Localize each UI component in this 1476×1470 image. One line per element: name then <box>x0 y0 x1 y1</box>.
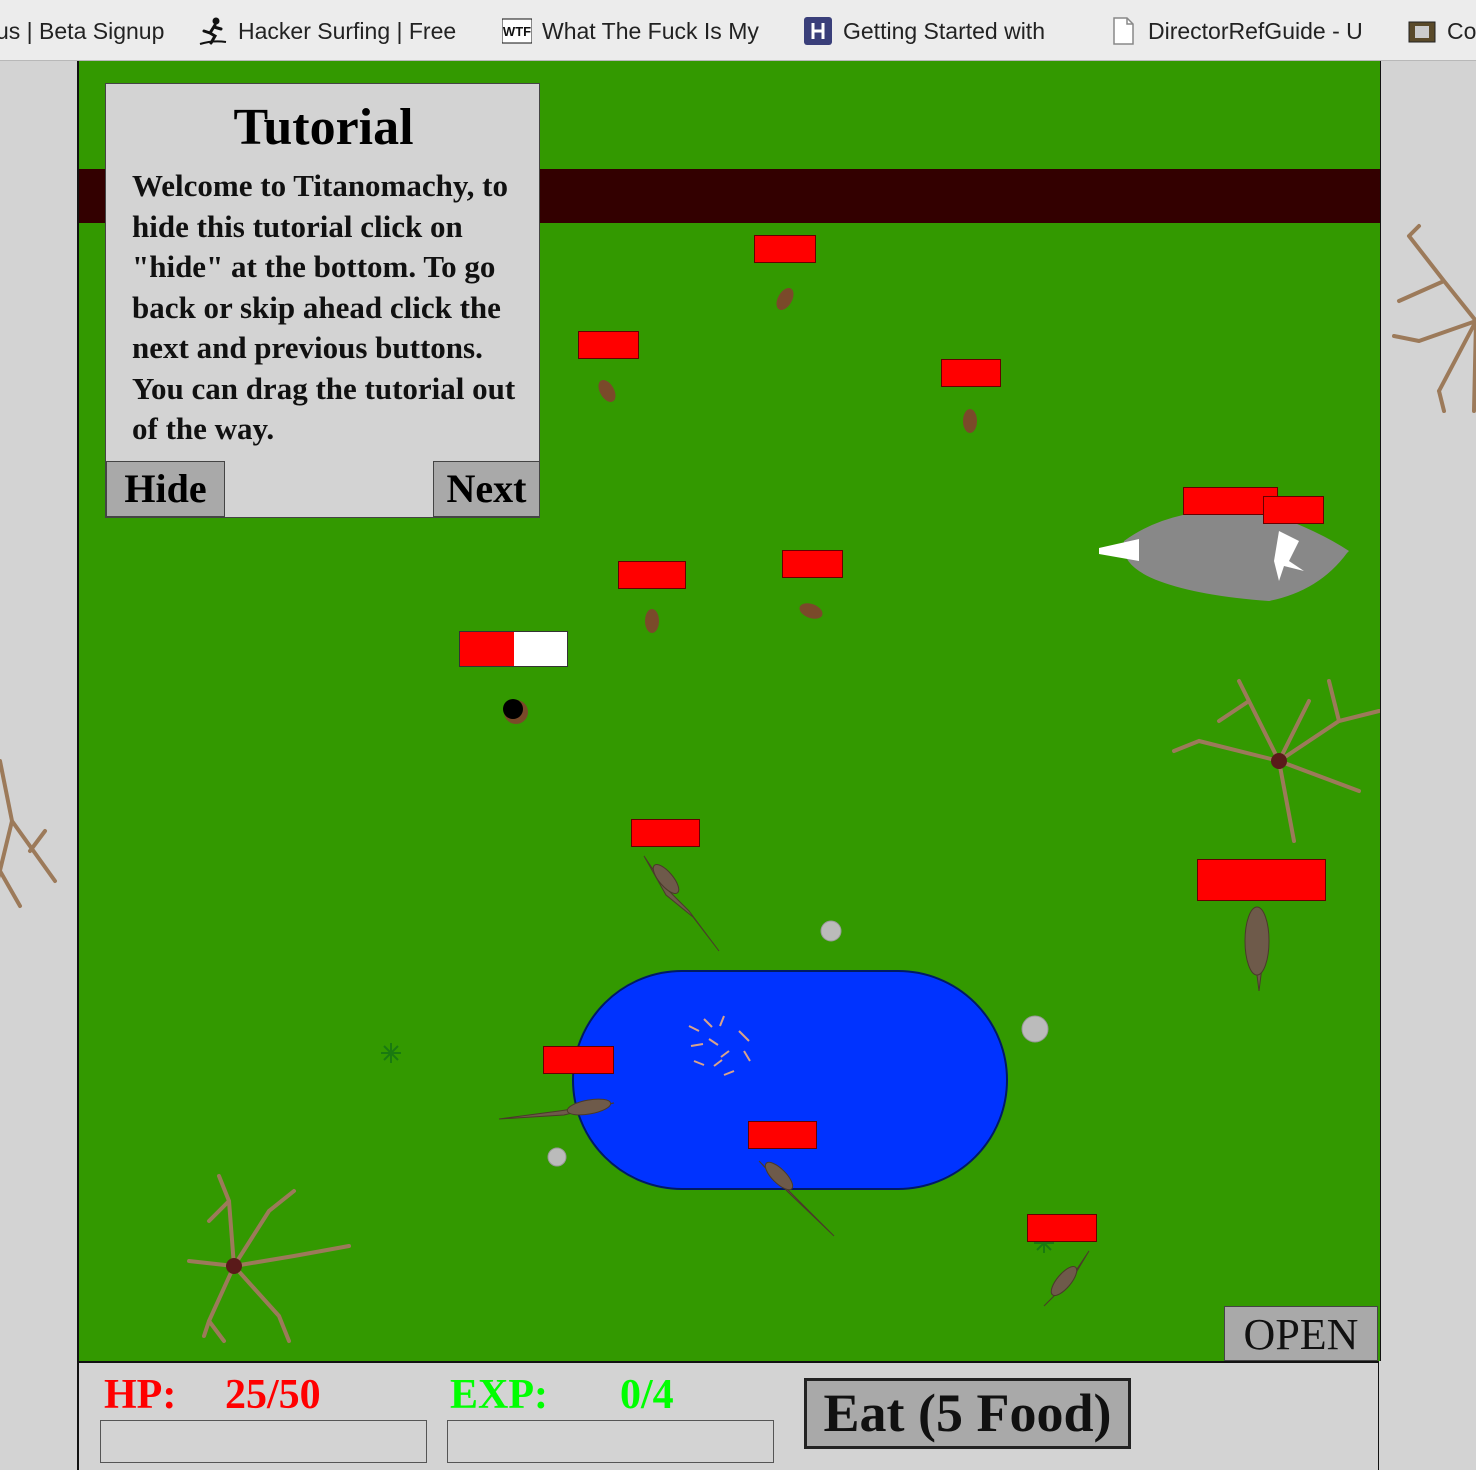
bookmark-label: Co <box>1447 17 1476 44</box>
enemy-health-bar <box>1197 859 1326 901</box>
hp-label: HP: <box>104 1372 177 1418</box>
enemy-health-bar <box>748 1121 817 1149</box>
bookmarks-bar: us | Beta Signup Hacker Surfing | Free W… <box>0 0 1476 61</box>
exp-value: 0/4 <box>620 1372 674 1418</box>
folder-icon <box>1407 16 1437 46</box>
exp-label: EXP: <box>450 1372 548 1418</box>
tutorial-text: Welcome to Titanomachy, to hide this tut… <box>132 168 516 446</box>
tutorial-panel[interactable]: Tutorial Welcome to Titanomachy, to hide… <box>105 83 540 518</box>
bookmark-wtf[interactable]: WTF What The Fuck Is My <box>501 14 759 48</box>
player-health-fill <box>460 632 514 666</box>
wtf-logo-icon: WTF <box>501 16 533 46</box>
hide-button[interactable]: Hide <box>106 461 225 517</box>
open-button[interactable]: OPEN <box>1224 1306 1378 1361</box>
hackerrank-icon <box>803 16 833 46</box>
next-button[interactable]: Next <box>433 461 540 517</box>
dead-tree-icon <box>0 759 57 908</box>
tutorial-title: Tutorial <box>233 99 414 156</box>
bookmark-getting-started[interactable]: Getting Started with <box>803 14 1045 48</box>
bookmark-label: DirectorRefGuide - U <box>1148 17 1363 44</box>
bookmark-director-ref[interactable]: DirectorRefGuide - U <box>1108 14 1363 48</box>
right-margin <box>1379 61 1476 1361</box>
enemy-health-bar <box>631 819 700 847</box>
enemy-health-bar <box>1027 1214 1097 1242</box>
surfer-icon <box>198 16 228 46</box>
document-icon <box>1108 16 1138 46</box>
enemy-health-bar <box>1263 496 1324 524</box>
status-hud: HP: 25/50 EXP: 0/4 <box>77 1361 1379 1470</box>
eat-button[interactable]: Eat (5 Food) <box>804 1378 1131 1449</box>
hp-value: 25/50 <box>225 1372 321 1418</box>
enemy-health-bar <box>941 359 1001 387</box>
dead-tree-icon <box>1392 224 1476 413</box>
left-margin <box>0 61 77 1361</box>
player-health-bar <box>459 631 568 667</box>
lake <box>572 970 1008 1190</box>
player-icon <box>503 699 528 724</box>
bookmark-hacker-surfing[interactable]: Hacker Surfing | Free <box>198 14 456 48</box>
bookmark-label: Hacker Surfing | Free <box>238 17 457 44</box>
bookmark-beta-signup[interactable]: us | Beta Signup <box>0 14 164 48</box>
exp-bar <box>447 1420 774 1463</box>
enemy-health-bar <box>578 331 639 359</box>
bookmark-label: What The Fuck Is My <box>542 17 759 44</box>
enemy-health-bar <box>618 561 686 589</box>
bookmark-label: us | Beta Signup <box>0 17 165 44</box>
svg-text:WTF: WTF <box>503 24 531 39</box>
bookmark-co[interactable]: Co <box>1407 14 1476 48</box>
enemy-health-bar <box>782 550 843 578</box>
enemy-health-bar <box>543 1046 614 1074</box>
hp-bar <box>100 1420 427 1463</box>
enemy-health-bar <box>754 235 816 263</box>
bookmark-label: Getting Started with <box>843 17 1045 44</box>
